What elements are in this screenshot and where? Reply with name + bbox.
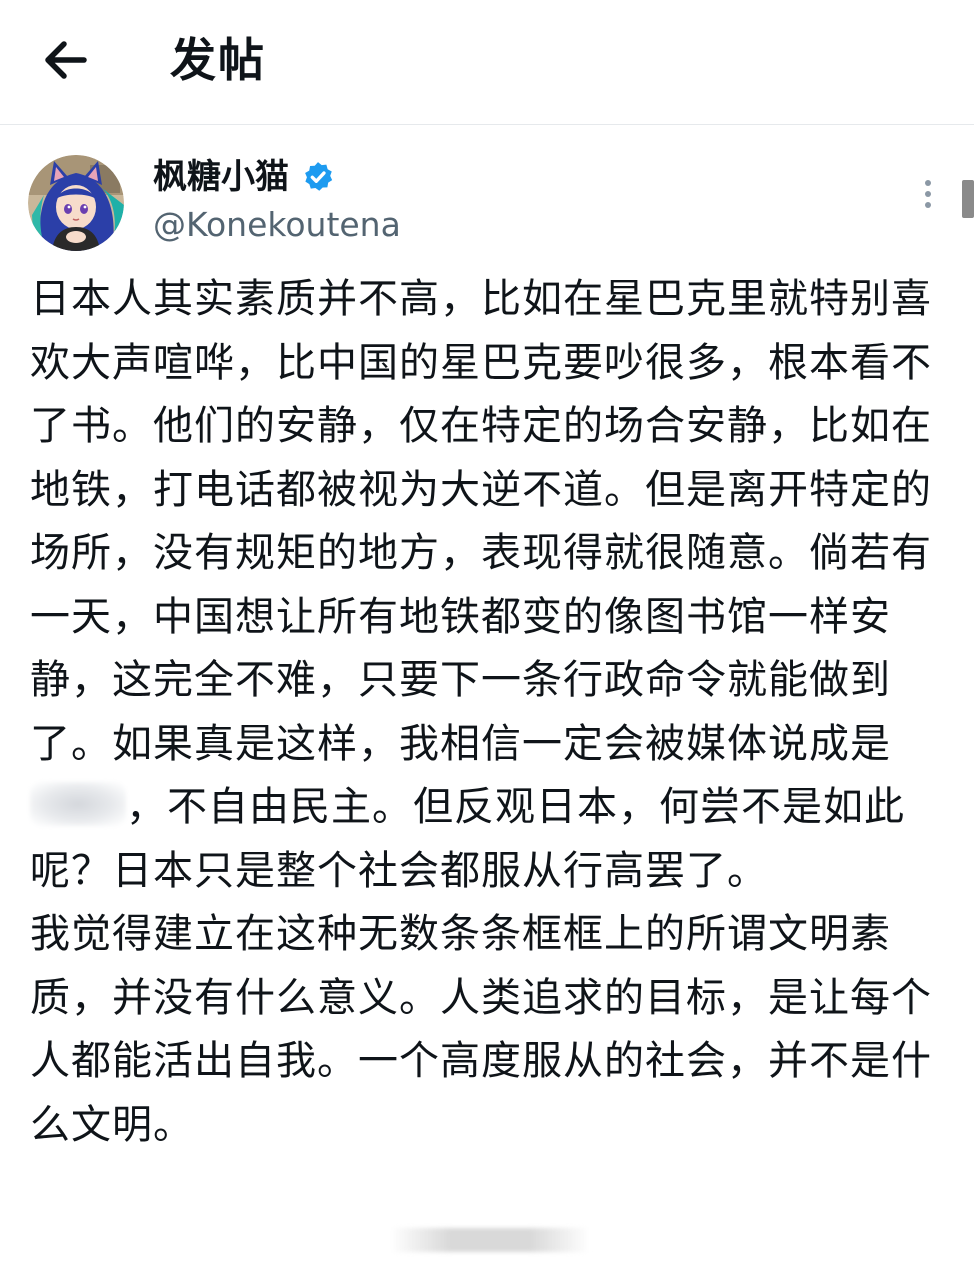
page-title: 发帖 xyxy=(170,33,266,87)
post-text-part-2: ，不自由民主。但反观日本，何尝不是如此呢？日本只是整个社会都服从行高罢了。 xyxy=(30,784,905,894)
more-options-button[interactable] xyxy=(910,170,946,218)
post-header: 枫糖小猫 @Konekoutena xyxy=(0,125,974,265)
post-text: 日本人其实素质并不高，比如在星巴克里就特别喜欢大声喧哗，比中国的星巴克要吵很多，… xyxy=(30,268,940,1157)
post-text-part-1: 日本人其实素质并不高，比如在星巴克里就特别喜欢大声喧哗，比中国的星巴克要吵很多，… xyxy=(30,276,932,767)
avatar-image xyxy=(28,155,124,251)
more-vertical-icon xyxy=(925,180,931,186)
author-name-row[interactable]: 枫糖小猫 xyxy=(153,155,335,199)
redacted-blur xyxy=(30,782,126,826)
back-button[interactable] xyxy=(28,22,104,98)
post-paragraph-1: 日本人其实素质并不高，比如在星巴克里就特别喜欢大声喧哗，比中国的星巴克要吵很多，… xyxy=(30,268,940,903)
bottom-fade-overlay xyxy=(390,1228,590,1252)
scrollbar-thumb[interactable] xyxy=(962,180,974,218)
author-handle[interactable]: @Konekoutena xyxy=(153,203,401,247)
top-app-bar: 发帖 xyxy=(0,0,974,125)
post-paragraph-2: 我觉得建立在这种无数条条框框上的所谓文明素质，并没有什么意义。人类追求的目标，是… xyxy=(30,911,932,1148)
avatar[interactable] xyxy=(28,155,124,251)
arrow-left-icon xyxy=(45,41,87,79)
verified-badge-icon xyxy=(301,160,335,194)
author-display-name[interactable]: 枫糖小猫 xyxy=(153,155,289,199)
